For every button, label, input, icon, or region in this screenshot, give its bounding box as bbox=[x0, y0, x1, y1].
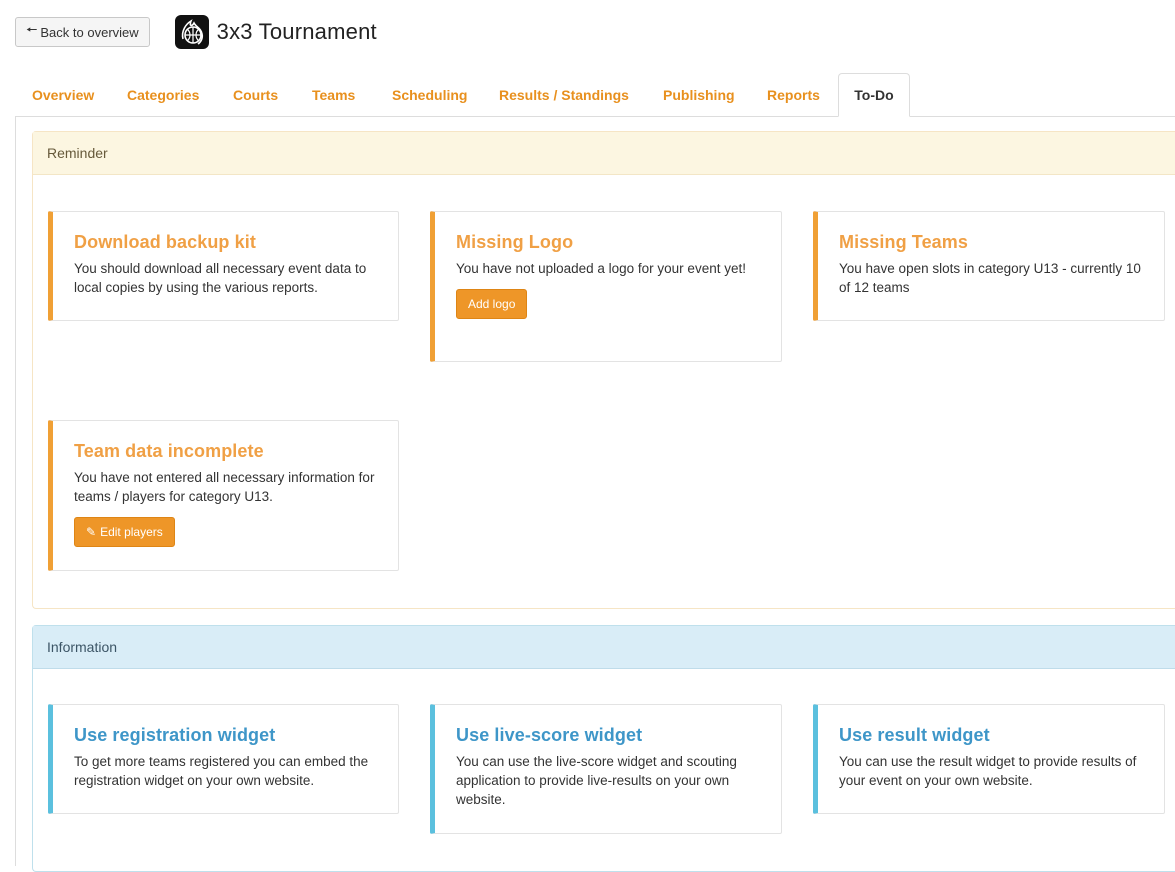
card-text: You have not entered all necessary infor… bbox=[74, 470, 375, 504]
card-text: To get more teams registered you can emb… bbox=[74, 754, 369, 788]
page-header: 🠔 Back to overview 3x3 Tournament bbox=[15, 12, 377, 52]
tab-reports[interactable]: Reports bbox=[767, 73, 820, 116]
add-logo-button-label: Add logo bbox=[468, 297, 516, 311]
tournament-logo bbox=[174, 15, 209, 49]
info-card-registration-widget: Use registration widget To get more team… bbox=[48, 704, 399, 814]
card-text: You should download all necessary event … bbox=[74, 261, 367, 295]
back-to-overview-button[interactable]: 🠔 Back to overview bbox=[15, 17, 150, 47]
edit-icon: ✎ bbox=[86, 525, 97, 539]
information-panel-heading: Information bbox=[33, 626, 1175, 669]
card-title: Missing Logo bbox=[456, 232, 574, 252]
tab-teams[interactable]: Teams bbox=[312, 73, 355, 116]
card-title: Use live-score widget bbox=[456, 725, 643, 745]
tab-results-standings[interactable]: Results / Standings bbox=[499, 73, 629, 116]
tab-to-do[interactable]: To-Do bbox=[838, 73, 910, 117]
tab-publishing[interactable]: Publishing bbox=[663, 73, 735, 116]
edit-players-button[interactable]: ✎ Edit players bbox=[74, 517, 175, 547]
basketball-flame-icon bbox=[181, 19, 203, 45]
card-text: You can use the live-score widget and sc… bbox=[456, 754, 737, 807]
tab-courts[interactable]: Courts bbox=[233, 73, 278, 116]
content-frame-border bbox=[15, 116, 16, 866]
card-title: Use result widget bbox=[839, 725, 990, 745]
reminder-card-missing-teams: Missing Teams You have open slots in cat… bbox=[813, 211, 1165, 321]
card-text: You have not uploaded a logo for your ev… bbox=[456, 261, 746, 276]
reminder-card-backup-kit: Download backup kit You should download … bbox=[48, 211, 399, 321]
tab-bar: Overview Categories Courts Teams Schedul… bbox=[15, 73, 1175, 117]
info-card-result-widget: Use result widget You can use the result… bbox=[813, 704, 1165, 814]
back-button-label: Back to overview bbox=[40, 24, 139, 40]
card-text: You can use the result widget to provide… bbox=[839, 754, 1137, 788]
arrow-left-icon: 🠔 bbox=[26, 22, 38, 37]
tab-scheduling[interactable]: Scheduling bbox=[392, 73, 467, 116]
card-text: You have open slots in category U13 - cu… bbox=[839, 261, 1141, 295]
card-title: Use registration widget bbox=[74, 725, 276, 745]
reminder-card-team-data: Team data incomplete You have not entere… bbox=[48, 420, 399, 571]
add-logo-button[interactable]: Add logo bbox=[456, 289, 528, 319]
tab-categories[interactable]: Categories bbox=[127, 73, 199, 116]
reminder-card-missing-logo: Missing Logo You have not uploaded a log… bbox=[430, 211, 782, 362]
info-card-live-score-widget: Use live-score widget You can use the li… bbox=[430, 704, 782, 834]
reminder-panel-heading: Reminder bbox=[33, 132, 1175, 175]
page-title: 3x3 Tournament bbox=[216, 19, 377, 44]
card-title: Missing Teams bbox=[839, 232, 969, 252]
card-title: Team data incomplete bbox=[74, 441, 264, 461]
card-title: Download backup kit bbox=[74, 232, 256, 252]
tab-overview[interactable]: Overview bbox=[32, 73, 94, 116]
edit-players-button-label: Edit players bbox=[100, 525, 163, 539]
